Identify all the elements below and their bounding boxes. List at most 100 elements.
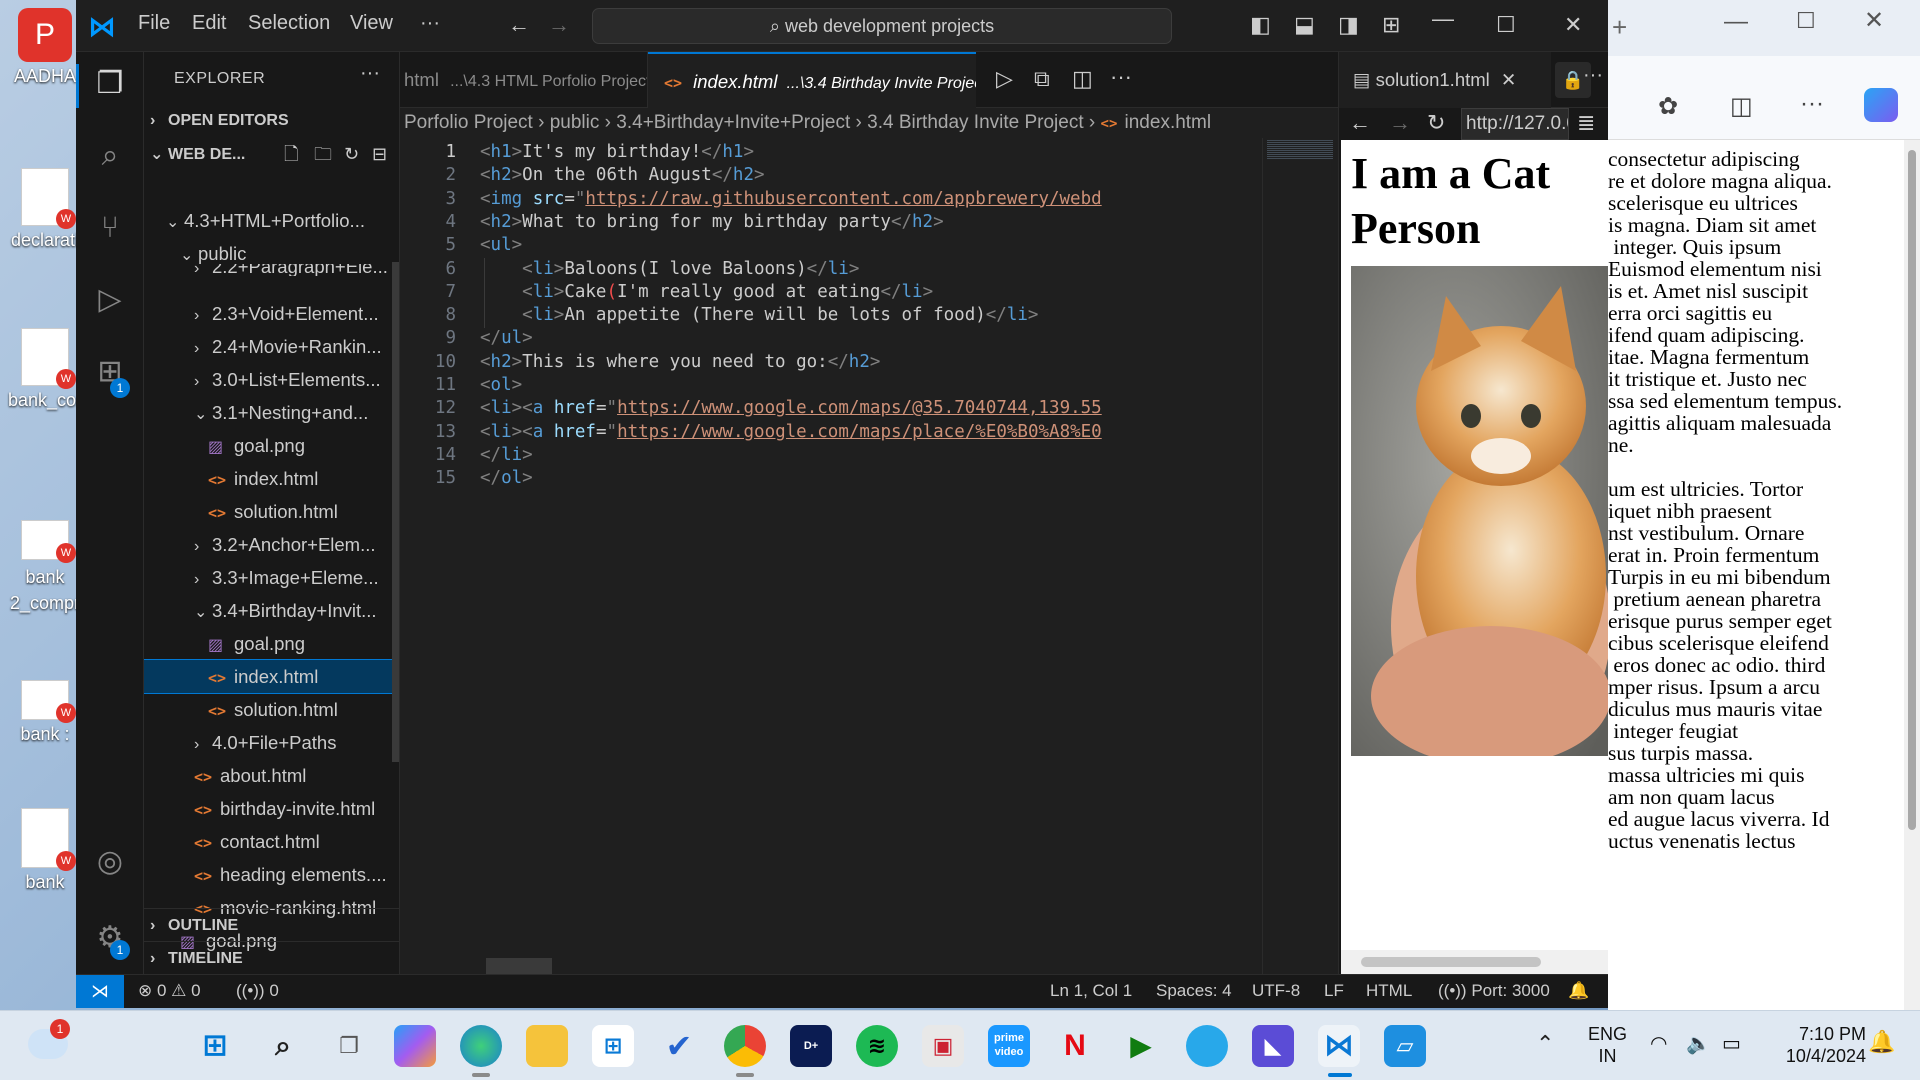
encoding[interactable]: UTF-8 bbox=[1252, 975, 1300, 1007]
close-icon[interactable]: ✕ bbox=[1564, 12, 1582, 38]
tree-folder[interactable]: › 3.0+List+Elements... bbox=[144, 363, 399, 396]
extensions-icon[interactable]: ✿ bbox=[1658, 92, 1678, 121]
menu-icon[interactable]: ≣ bbox=[1577, 110, 1595, 136]
breadcrumb-item[interactable]: public bbox=[550, 112, 600, 133]
edge-scrollbar[interactable] bbox=[1904, 140, 1920, 1010]
tab-portfolio-html[interactable]: html ...\4.3 HTML Porfolio Project bbox=[400, 52, 648, 108]
minimize-icon[interactable]: — bbox=[1432, 6, 1454, 32]
language-mode[interactable]: HTML bbox=[1366, 975, 1412, 1007]
notes-app-icon[interactable]: ◣ bbox=[1252, 1025, 1294, 1067]
live-server-port[interactable]: ((•)) Port: 3000 bbox=[1438, 975, 1550, 1007]
code-line[interactable]: <h2>What to bring for my birthday party<… bbox=[480, 212, 944, 232]
split-editor-icon[interactable]: ◫ bbox=[1072, 66, 1093, 92]
tree-file[interactable]: <> solution.html bbox=[144, 693, 399, 726]
remote-indicator-icon[interactable]: ⋊ bbox=[76, 975, 124, 1008]
more-actions-icon[interactable]: ··· bbox=[1110, 64, 1132, 90]
tree-folder[interactable]: › 4.0+File+Paths bbox=[144, 726, 399, 759]
indentation[interactable]: Spaces: 4 bbox=[1156, 975, 1232, 1007]
code-line[interactable]: <li>An appetite (There will be lots of f… bbox=[480, 305, 1038, 325]
back-arrow-icon[interactable]: ← bbox=[508, 12, 530, 38]
tree-file[interactable]: <> about.html bbox=[144, 759, 399, 792]
netflix-icon[interactable]: N bbox=[1054, 1025, 1096, 1067]
code-line[interactable]: <ul> bbox=[480, 235, 522, 255]
search-icon[interactable]: ⌕ bbox=[90, 136, 130, 176]
edge-browser-icon[interactable] bbox=[460, 1025, 502, 1067]
windows-start-icon[interactable]: ⊞ bbox=[194, 1025, 236, 1067]
tree-file[interactable]: <> birthday-invite.html bbox=[144, 792, 399, 825]
code-line[interactable]: <h1>It's my birthday!</h1> bbox=[480, 142, 754, 162]
tree-folder[interactable]: ⌄ 3.4+Birthday+Invit... bbox=[144, 594, 399, 627]
tree-file[interactable]: <> solution.html bbox=[144, 495, 399, 528]
tree-folder[interactable]: › 2.3+Void+Element... bbox=[144, 297, 399, 330]
code-line[interactable]: </ul> bbox=[480, 328, 533, 348]
workspace-section[interactable]: ⌄ WEB DE... 🗋 🗀 ↻ ⊟ bbox=[144, 138, 399, 171]
vscode-taskbar-icon[interactable]: ⋈ bbox=[1318, 1025, 1360, 1067]
tree-folder[interactable]: ⌄ 4.3+HTML+Portfolio... bbox=[144, 204, 399, 237]
task-view-icon[interactable]: ❐ bbox=[328, 1025, 370, 1067]
code-line[interactable]: <img src="https://raw.githubusercontent.… bbox=[480, 189, 1102, 209]
run-debug-icon[interactable]: ▷ bbox=[90, 280, 130, 320]
sidebar-scrollbar[interactable] bbox=[392, 262, 399, 762]
code-line[interactable]: <li>Cake(I'm really good at eating</li> bbox=[480, 282, 933, 302]
new-file-icon[interactable]: 🗋 bbox=[284, 138, 298, 171]
menu-selection[interactable]: Selection bbox=[248, 12, 330, 35]
wifi-icon[interactable]: ◠ bbox=[1650, 1031, 1667, 1056]
breadcrumb-item[interactable]: index.html bbox=[1125, 112, 1212, 133]
split-screen-icon[interactable]: ◫ bbox=[1730, 92, 1753, 121]
source-control-icon[interactable]: ⑂ bbox=[90, 208, 130, 248]
maximize-icon[interactable]: ☐ bbox=[1496, 12, 1516, 38]
menu-view[interactable]: View bbox=[350, 12, 393, 35]
command-center-search[interactable]: ⌕ web development projects bbox=[592, 8, 1172, 44]
close-icon[interactable]: ✕ bbox=[1864, 6, 1884, 35]
notifications-bell-icon[interactable]: 🔔 bbox=[1868, 1029, 1895, 1055]
photos-icon[interactable]: ▣ bbox=[922, 1025, 964, 1067]
tree-folder[interactable]: › 3.2+Anchor+Elem... bbox=[144, 528, 399, 561]
xbox-game-pass-icon[interactable]: ▶ bbox=[1120, 1025, 1162, 1067]
tree-folder[interactable]: ⌄ 3.1+Nesting+and... bbox=[144, 396, 399, 429]
code-line[interactable]: <li><a href="https://www.google.com/maps… bbox=[480, 422, 1102, 442]
volume-icon[interactable]: 🔈 bbox=[1686, 1031, 1711, 1056]
new-tab-icon[interactable]: + bbox=[1612, 12, 1627, 43]
accounts-icon[interactable]: ◎ bbox=[90, 842, 130, 882]
url-input[interactable]: http://127.0.0. bbox=[1461, 108, 1569, 140]
chrome-icon[interactable] bbox=[724, 1025, 766, 1067]
browser-horizontal-scrollbar[interactable] bbox=[1341, 950, 1608, 974]
tree-file[interactable]: <> heading elements.... bbox=[144, 858, 399, 891]
refresh-icon[interactable]: ↻ bbox=[344, 138, 359, 171]
collapse-all-icon[interactable]: ⊟ bbox=[372, 138, 387, 171]
close-tab-icon[interactable]: ✕ bbox=[1501, 69, 1517, 90]
code-line[interactable]: <h2>On the 06th August</h2> bbox=[480, 165, 765, 185]
new-folder-icon[interactable]: 🗀 bbox=[314, 138, 332, 171]
toggle-primary-sidebar-icon[interactable]: ◧ bbox=[1250, 12, 1271, 38]
onedrive-icon[interactable] bbox=[1186, 1025, 1228, 1067]
open-preview-icon[interactable]: ⧉ bbox=[1034, 66, 1050, 92]
menu-file[interactable]: File bbox=[138, 12, 170, 35]
menu-more[interactable]: ··· bbox=[420, 12, 440, 35]
spotify-icon[interactable]: ≋ bbox=[856, 1025, 898, 1067]
more-actions-icon[interactable]: ··· bbox=[1583, 64, 1603, 87]
code-line[interactable]: </li> bbox=[480, 445, 533, 465]
cursor-position[interactable]: Ln 1, Col 1 bbox=[1050, 975, 1132, 1007]
minimap[interactable] bbox=[1262, 138, 1338, 974]
maximize-icon[interactable]: ☐ bbox=[1796, 8, 1816, 34]
prime-video-icon[interactable]: prime video bbox=[988, 1025, 1030, 1067]
show-hidden-icons-chevron-icon[interactable]: ⌃ bbox=[1536, 1031, 1554, 1057]
explorer-more-icon[interactable]: ··· bbox=[360, 62, 380, 85]
tree-file[interactable]: <> contact.html bbox=[144, 825, 399, 858]
tree-folder[interactable]: › 3.3+Image+Eleme... bbox=[144, 561, 399, 594]
tree-file[interactable]: ▨ goal.png bbox=[144, 627, 399, 660]
end-of-line[interactable]: LF bbox=[1324, 975, 1344, 1007]
open-editors-section[interactable]: › OPEN EDITORS bbox=[144, 104, 399, 137]
tab-solution1-html[interactable]: ▤ solution1.html ✕ bbox=[1339, 52, 1551, 108]
tree-file[interactable]: <> index.html bbox=[144, 462, 399, 495]
horizontal-scrollbar[interactable] bbox=[486, 958, 552, 974]
disney-plus-icon[interactable]: D+ bbox=[790, 1025, 832, 1067]
more-menu-icon[interactable]: ··· bbox=[1800, 90, 1824, 118]
problems-indicator[interactable]: ⊗ 0 ⚠ 0 bbox=[138, 975, 201, 1007]
copilot-icon[interactable] bbox=[1864, 88, 1898, 122]
code-line[interactable]: <li><a href="https://www.google.com/maps… bbox=[480, 398, 1102, 418]
language-indicator[interactable]: ENG IN bbox=[1588, 1023, 1627, 1067]
ports-indicator[interactable]: ((•)) 0 bbox=[236, 975, 279, 1007]
code-line[interactable]: <h2>This is where you need to go:</h2> bbox=[480, 352, 880, 372]
code-line[interactable]: <ol> bbox=[480, 375, 522, 395]
